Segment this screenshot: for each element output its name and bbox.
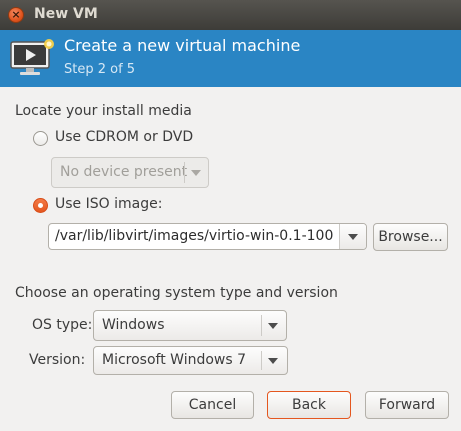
wizard-header: Create a new virtual machine Step 2 of 5 [0, 30, 461, 87]
os-version-value: Microsoft Windows 7 [102, 352, 247, 368]
wizard-step: Step 2 of 5 [64, 62, 136, 77]
install-media-heading: Locate your install media [15, 103, 192, 119]
wizard-title: Create a new virtual machine [64, 36, 301, 55]
os-version-select[interactable]: Microsoft Windows 7 [93, 346, 288, 375]
cancel-button[interactable]: Cancel [171, 391, 254, 419]
back-button[interactable]: Back [267, 391, 351, 419]
cdrom-device-select: No device present [51, 157, 209, 188]
os-heading: Choose an operating system type and vers… [15, 285, 338, 301]
forward-button[interactable]: Forward [365, 391, 449, 419]
iso-radio[interactable] [33, 198, 48, 213]
os-type-label: OS type: [32, 317, 93, 333]
os-type-select[interactable]: Windows [93, 310, 287, 341]
chevron-down-icon [268, 358, 278, 364]
chevron-down-icon [348, 234, 358, 240]
close-icon[interactable]: × [8, 7, 24, 23]
monitor-play-icon [10, 39, 54, 75]
wizard-content: Locate your install media Use CDROM or D… [0, 87, 461, 431]
title-bar: × New VM [0, 0, 461, 30]
cdrom-radio-label[interactable]: Use CDROM or DVD [55, 129, 193, 145]
iso-path-dropdown[interactable] [339, 224, 366, 249]
cdrom-device-value: No device present [60, 164, 188, 180]
iso-path-value[interactable]: /var/lib/libvirt/images/virtio-win-0.1-1… [55, 228, 333, 244]
iso-radio-label[interactable]: Use ISO image: [55, 196, 162, 212]
chevron-down-icon [191, 170, 201, 176]
iso-path-combo[interactable]: /var/lib/libvirt/images/virtio-win-0.1-1… [48, 223, 367, 250]
window-title: New VM [34, 6, 98, 22]
cdrom-radio[interactable] [33, 131, 48, 146]
os-type-value: Windows [102, 317, 165, 333]
chevron-down-icon [268, 323, 278, 329]
os-version-label: Version: [29, 352, 86, 368]
browse-button[interactable]: Browse... [373, 223, 448, 251]
